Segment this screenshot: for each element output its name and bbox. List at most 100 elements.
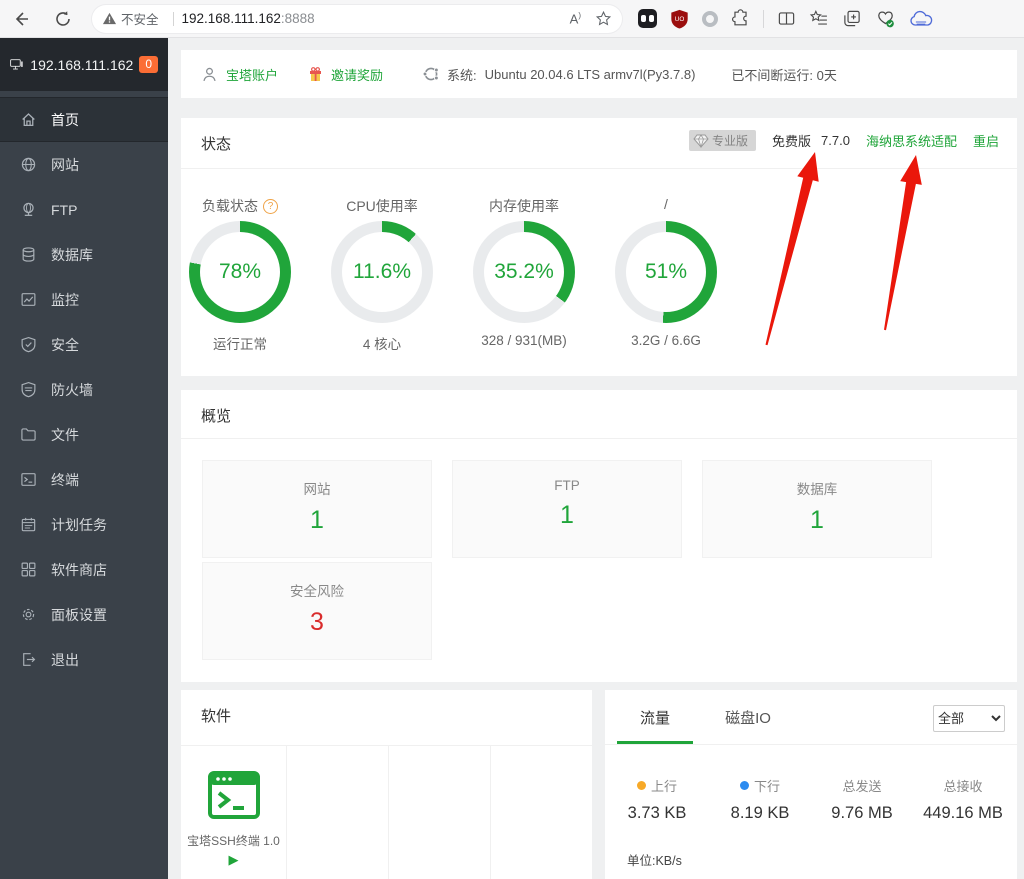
sidebar: 192.168.111.162 0 首页 网站 FTP 数据库 监控 安全 xyxy=(0,38,168,879)
divider xyxy=(605,744,1017,745)
stat-label: 总接收 xyxy=(943,776,982,795)
refresh-button[interactable] xyxy=(48,4,78,34)
home-icon xyxy=(20,111,37,128)
sidebar-item-label: 面板设置 xyxy=(51,605,107,625)
extensions-puzzle-icon[interactable] xyxy=(731,9,750,28)
card-label: FTP xyxy=(453,478,681,493)
sidebar-item-label: 监控 xyxy=(51,290,79,310)
system-label: 系统: xyxy=(447,65,477,84)
stat-total-received: 总接收 449.16 MB xyxy=(908,776,1018,823)
sidebar-item-ftp[interactable]: FTP xyxy=(0,187,168,232)
traffic-panel: 流量 磁盘IO 全部 上行 3.73 KB 下行 8.19 KB 总发送 9.7… xyxy=(605,690,1017,879)
sidebar-menu: 首页 网站 FTP 数据库 监控 安全 防火墙 文件 xyxy=(0,91,168,682)
sidebar-item-settings[interactable]: 面板设置 xyxy=(0,592,168,637)
gauge-title: CPU使用率 xyxy=(346,196,418,216)
message-count-badge[interactable]: 0 xyxy=(139,56,158,73)
browser-essentials-icon[interactable] xyxy=(875,9,896,29)
address-bar[interactable]: 不安全 192.168.111.162:8888 A) xyxy=(92,5,622,33)
account-topbar: 宝塔账户 邀请奖励 系统: Ubuntu 20.04.6 LTS armv7l(… xyxy=(181,50,1017,98)
uptime-text: 已不间断运行: 0天 xyxy=(731,65,836,84)
column-divider xyxy=(388,745,389,879)
sidebar-item-monitor[interactable]: 监控 xyxy=(0,277,168,322)
invite-reward-link[interactable]: 邀请奖励 xyxy=(331,65,383,84)
sidebar-item-appstore[interactable]: 软件商店 xyxy=(0,547,168,592)
sidebar-item-label: 软件商店 xyxy=(51,560,107,580)
gauge-title: 负载状态 xyxy=(202,196,258,216)
shield-check-icon xyxy=(20,336,37,353)
card-value[interactable]: 1 xyxy=(453,501,681,530)
logout-icon xyxy=(20,651,37,668)
browser-toolbar: 不安全 192.168.111.162:8888 A) UO xyxy=(0,0,1024,38)
copilot-cloud-icon[interactable] xyxy=(909,10,933,28)
app-name[interactable]: 宝塔SSH终端 1.0 xyxy=(181,832,286,849)
card-label: 网站 xyxy=(203,478,431,498)
favorite-star-icon[interactable] xyxy=(595,10,612,27)
url-port[interactable]: :8888 xyxy=(281,11,315,26)
card-value[interactable]: 3 xyxy=(203,608,431,637)
overview-card-database[interactable]: 数据库 1 xyxy=(702,460,932,558)
diamond-icon xyxy=(693,134,709,148)
sidebar-item-label: 防火墙 xyxy=(51,380,93,400)
sidebar-item-website[interactable]: 网站 xyxy=(0,142,168,187)
stat-value: 3.73 KB xyxy=(602,804,712,823)
downstream-dot-icon xyxy=(740,781,749,790)
ftp-globe-icon xyxy=(20,201,37,218)
divider xyxy=(181,438,1017,439)
card-label: 数据库 xyxy=(703,478,931,498)
app-play-button[interactable]: ▶ xyxy=(181,852,286,868)
sidebar-item-cron[interactable]: 计划任务 xyxy=(0,502,168,547)
sidebar-item-home[interactable]: 首页 xyxy=(0,97,168,142)
ublock-origin-icon[interactable]: UO xyxy=(670,9,689,29)
favorites-list-icon[interactable] xyxy=(809,9,829,28)
pro-edition-badge[interactable]: 专业版 xyxy=(689,130,756,151)
database-icon xyxy=(20,246,37,263)
load-donut: 78% xyxy=(189,221,291,323)
app-bt-ssh-terminal[interactable]: 宝塔SSH终端 1.0 ▶ xyxy=(181,745,286,868)
sidebar-item-label: 退出 xyxy=(51,650,79,670)
sidebar-item-database[interactable]: 数据库 xyxy=(0,232,168,277)
toolbar-divider xyxy=(763,10,764,28)
overview-card-risk[interactable]: 安全风险 3 xyxy=(202,562,432,660)
sidebar-item-files[interactable]: 文件 xyxy=(0,412,168,457)
grid-store-icon xyxy=(20,561,37,578)
hinas-adapt-link[interactable]: 海纳思系统适配 xyxy=(866,131,957,150)
stat-value: 8.19 KB xyxy=(705,804,815,823)
gauge-sub: 运行正常 xyxy=(170,333,310,353)
restart-link[interactable]: 重启 xyxy=(973,131,999,150)
unit-note: 单位:KB/s xyxy=(627,850,682,869)
overview-card-ftp[interactable]: FTP 1 xyxy=(452,460,682,558)
sidebar-item-terminal[interactable]: 终端 xyxy=(0,457,168,502)
edition-label: 免费版 xyxy=(772,131,811,150)
back-button[interactable] xyxy=(6,4,36,34)
tab-traffic[interactable]: 流量 xyxy=(617,690,693,744)
overview-panel: 概览 网站 1 FTP 1 数据库 1 安全风险 3 xyxy=(181,390,1017,682)
calendar-icon xyxy=(20,516,37,533)
card-value[interactable]: 1 xyxy=(203,506,431,535)
gauge-sub: 328 / 931(MB) xyxy=(454,333,594,348)
dark-reader-extension-icon[interactable] xyxy=(638,9,657,28)
sidebar-item-security[interactable]: 安全 xyxy=(0,322,168,367)
folder-icon xyxy=(20,426,37,443)
collections-add-icon[interactable] xyxy=(842,9,862,28)
tab-disk-io[interactable]: 磁盘IO xyxy=(710,690,786,744)
gauge-title: 内存使用率 xyxy=(489,196,559,216)
split-screen-icon[interactable] xyxy=(777,9,796,28)
overview-card-website[interactable]: 网站 1 xyxy=(202,460,432,558)
sidebar-item-firewall[interactable]: 防火墙 xyxy=(0,367,168,412)
bt-account-link[interactable]: 宝塔账户 xyxy=(226,65,278,84)
read-aloud-icon[interactable]: A) xyxy=(570,11,581,26)
extension-ring-icon[interactable] xyxy=(702,11,718,27)
url-host[interactable]: 192.168.111.162 xyxy=(182,11,281,26)
software-title: 软件 xyxy=(201,705,231,726)
gauge-value: 35.2% xyxy=(484,232,564,312)
ssh-terminal-app-icon[interactable] xyxy=(206,767,262,823)
sidebar-item-label: 网站 xyxy=(51,155,79,175)
sidebar-item-logout[interactable]: 退出 xyxy=(0,637,168,682)
help-icon[interactable]: ? xyxy=(263,199,278,214)
card-value[interactable]: 1 xyxy=(703,506,931,535)
traffic-scope-select[interactable]: 全部 xyxy=(933,705,1005,732)
sidebar-item-label: 安全 xyxy=(51,335,79,355)
sidebar-item-label: 终端 xyxy=(51,470,79,490)
stat-label: 上行 xyxy=(651,776,677,795)
security-label[interactable]: 不安全 xyxy=(121,9,159,28)
